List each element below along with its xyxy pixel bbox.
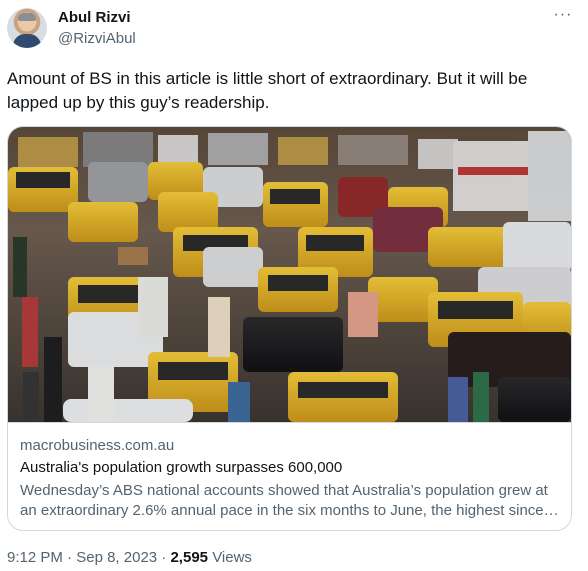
crowded-street-photo (8, 127, 571, 422)
author-handle[interactable]: @RizviAbul (58, 30, 136, 47)
tweet-time[interactable]: 9:12 PM (7, 549, 63, 566)
tweet-meta: 9:12 PM · Sep 8, 2023 · 2,595 Views (7, 549, 252, 566)
tweet-text: Amount of BS in this article is little s… (7, 69, 528, 112)
card-title[interactable]: Australia's population growth surpasses … (20, 459, 342, 476)
more-options-icon[interactable]: ··· (552, 6, 574, 28)
card-divider (8, 422, 571, 423)
tweet-date[interactable]: Sep 8, 2023 (76, 549, 157, 566)
views-count: 2,595 (170, 549, 209, 566)
avatar-hair (18, 13, 36, 21)
views-label: Views (212, 549, 252, 566)
tweet: Abul Rizvi @RizviAbul ··· Amount of BS i… (0, 0, 588, 571)
meta-separator: · (67, 549, 73, 566)
meta-separator-2: · (161, 549, 167, 566)
author-display-name[interactable]: Abul Rizvi (58, 9, 131, 26)
card-domain[interactable]: macrobusiness.com.au (20, 437, 174, 454)
card-image[interactable] (8, 127, 571, 422)
card-description[interactable]: Wednesday’s ABS national accounts showed… (20, 481, 560, 521)
avatar-shirt (13, 34, 41, 48)
avatar[interactable] (7, 8, 47, 48)
link-preview-card[interactable]: macrobusiness.com.au Australia's populat… (7, 126, 572, 531)
